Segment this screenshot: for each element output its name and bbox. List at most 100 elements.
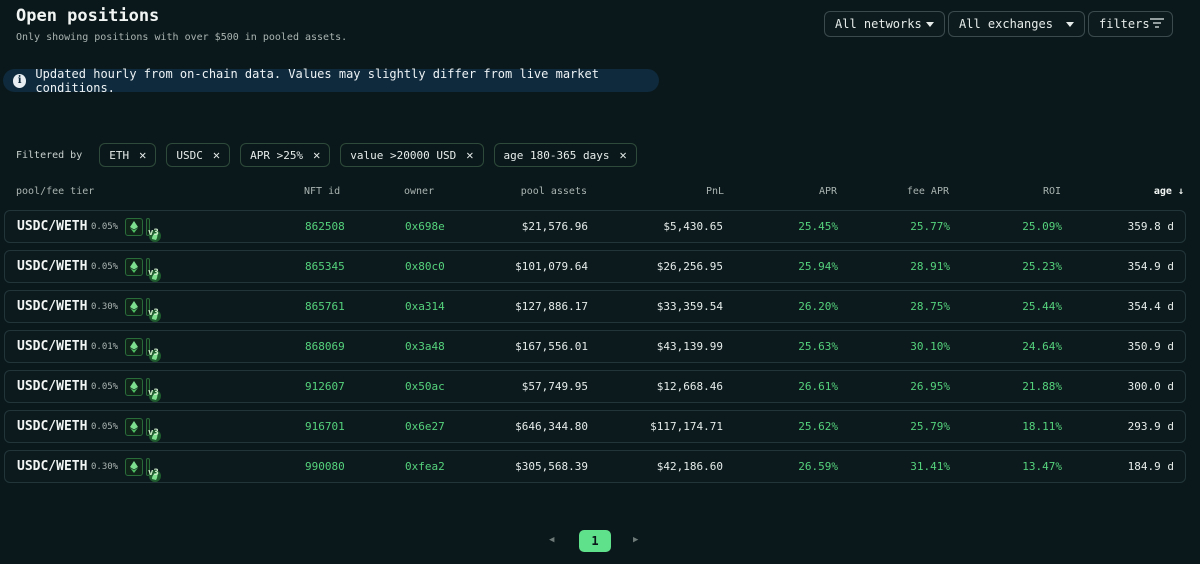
- fee-tier: 0.30%: [91, 462, 119, 472]
- roi-value: 25.44%: [1022, 300, 1062, 313]
- owner-link[interactable]: 0xfea2: [405, 460, 445, 473]
- table-row[interactable]: USDC/WETH 0.05% v3 862508 0x698e $21,576.96 $5…: [4, 210, 1186, 243]
- age-value: 350.9 d: [1127, 340, 1174, 353]
- uniswap-badge: v3: [146, 458, 161, 482]
- chevron-down-icon: [926, 21, 934, 27]
- table-row[interactable]: USDC/WETH 0.05% v3 916701 0x6e27 $646,344.80 $…: [4, 410, 1186, 443]
- apr-value: 26.20%: [798, 300, 838, 313]
- owner-link[interactable]: 0x80c0: [405, 260, 445, 273]
- networks-dropdown[interactable]: All networks: [824, 11, 945, 37]
- table-row[interactable]: USDC/WETH 0.05% v3 865345 0x80c0 $101,079.64 $…: [4, 250, 1186, 283]
- col-fee-apr[interactable]: fee APR: [907, 186, 949, 197]
- page-1-button[interactable]: 1: [579, 530, 611, 552]
- remove-filter-icon[interactable]: ✕: [313, 148, 320, 162]
- age-value: 354.4 d: [1127, 300, 1174, 313]
- filter-chip-label: APR >25%: [250, 148, 304, 162]
- table-header: pool/fee tier NFT id owner pool assets P…: [0, 186, 1200, 200]
- fee-apr-value: 25.79%: [910, 420, 950, 433]
- remove-filter-icon[interactable]: ✕: [139, 148, 146, 162]
- uniswap-badge: v3: [146, 258, 161, 282]
- pool-pair: USDC/WETH: [17, 219, 88, 234]
- exchanges-dropdown[interactable]: All exchanges: [948, 11, 1085, 37]
- nft-id-link[interactable]: 916701: [305, 420, 345, 433]
- pnl-value: $12,668.46: [656, 380, 723, 393]
- nft-id-link[interactable]: 862508: [305, 220, 345, 233]
- roi-value: 18.11%: [1022, 420, 1062, 433]
- info-banner: i Updated hourly from on-chain data. Val…: [3, 67, 659, 95]
- fee-tier: 0.30%: [91, 302, 119, 312]
- nft-id-link[interactable]: 912607: [305, 380, 345, 393]
- ethereum-icon: [125, 338, 143, 356]
- filters-button-label: filters: [1099, 17, 1150, 31]
- filter-chips: ETH ✕ USDC ✕ APR >25% ✕ value >20000 USD ✕ age 1…: [99, 143, 637, 167]
- pool-pair: USDC/WETH: [17, 339, 88, 354]
- col-pool-fee-tier[interactable]: pool/fee tier: [16, 186, 94, 197]
- owner-link[interactable]: 0x50ac: [405, 380, 445, 393]
- col-nft-id[interactable]: NFT id: [304, 186, 340, 197]
- top-controls: All networks All exchanges filters: [824, 11, 1173, 37]
- ethereum-icon: [125, 418, 143, 436]
- next-page-button[interactable]: ▶: [633, 535, 638, 545]
- nft-id-link[interactable]: 865761: [305, 300, 345, 313]
- remove-filter-icon[interactable]: ✕: [213, 148, 220, 162]
- apr-value: 25.62%: [798, 420, 838, 433]
- table-row[interactable]: USDC/WETH 0.30% v3 865761 0xa314 $127,886.17 $…: [4, 290, 1186, 323]
- filter-chip: APR >25% ✕: [240, 143, 331, 167]
- table-row[interactable]: USDC/WETH 0.01% v3 868069 0x3a48 $167,556.01 $…: [4, 330, 1186, 363]
- nft-id-link[interactable]: 990080: [305, 460, 345, 473]
- fee-tier: 0.01%: [91, 342, 119, 352]
- remove-filter-icon[interactable]: ✕: [466, 148, 473, 162]
- col-pnl[interactable]: PnL: [706, 186, 724, 197]
- col-age-sorted[interactable]: age ↓: [1154, 186, 1184, 197]
- age-value: 300.0 d: [1127, 380, 1174, 393]
- pool-assets-value: $305,568.39: [515, 460, 588, 473]
- fee-tier: 0.05%: [91, 422, 119, 432]
- fee-apr-value: 25.77%: [910, 220, 950, 233]
- col-apr[interactable]: APR: [819, 186, 837, 197]
- table-row[interactable]: USDC/WETH 0.30% v3 990080 0xfea2 $305,568.39 $…: [4, 450, 1186, 483]
- prev-page-button[interactable]: ◀: [549, 535, 554, 545]
- networks-dropdown-label: All networks: [835, 17, 922, 31]
- roi-value: 21.88%: [1022, 380, 1062, 393]
- owner-link[interactable]: 0x698e: [405, 220, 445, 233]
- ethereum-icon: [125, 258, 143, 276]
- filter-chip-label: USDC: [176, 148, 203, 162]
- table-row[interactable]: USDC/WETH 0.05% v3 912607 0x50ac $57,749.95 $1…: [4, 370, 1186, 403]
- nft-id-link[interactable]: 868069: [305, 340, 345, 353]
- pool-assets-value: $127,886.17: [515, 300, 588, 313]
- col-pool-assets[interactable]: pool assets: [521, 186, 587, 197]
- uniswap-badge: v3: [146, 418, 161, 442]
- version-label: v3: [148, 388, 159, 398]
- fee-apr-value: 28.75%: [910, 300, 950, 313]
- filters-button[interactable]: filters: [1088, 11, 1173, 37]
- filter-chip: USDC ✕: [166, 143, 231, 167]
- pnl-value: $5,430.65: [663, 220, 723, 233]
- age-value: 359.8 d: [1127, 220, 1174, 233]
- col-owner[interactable]: owner: [404, 186, 434, 197]
- nft-id-link[interactable]: 865345: [305, 260, 345, 273]
- owner-link[interactable]: 0x3a48: [405, 340, 445, 353]
- pool-assets-value: $646,344.80: [515, 420, 588, 433]
- owner-link[interactable]: 0x6e27: [405, 420, 445, 433]
- fee-tier: 0.05%: [91, 262, 119, 272]
- apr-value: 25.94%: [798, 260, 838, 273]
- owner-link[interactable]: 0xa314: [405, 300, 445, 313]
- fee-apr-value: 28.91%: [910, 260, 950, 273]
- pool-pair: USDC/WETH: [17, 299, 88, 314]
- col-roi[interactable]: ROI: [1043, 186, 1061, 197]
- remove-filter-icon[interactable]: ✕: [619, 148, 626, 162]
- pnl-value: $42,186.60: [656, 460, 723, 473]
- pool-assets-value: $101,079.64: [515, 260, 588, 273]
- pool-pair: USDC/WETH: [17, 379, 88, 394]
- fee-tier: 0.05%: [91, 222, 119, 232]
- chevron-down-icon: [1066, 21, 1074, 27]
- roi-value: 13.47%: [1022, 460, 1062, 473]
- age-value: 293.9 d: [1127, 420, 1174, 433]
- version-label: v3: [148, 308, 159, 318]
- ethereum-icon: [125, 218, 143, 236]
- filter-bar: Filtered by ETH ✕ USDC ✕ APR >25% ✕ value >200…: [16, 143, 637, 167]
- pool-assets-value: $167,556.01: [515, 340, 588, 353]
- filter-chip: age 180-365 days ✕: [493, 143, 637, 167]
- pnl-value: $43,139.99: [656, 340, 723, 353]
- pnl-value: $26,256.95: [656, 260, 723, 273]
